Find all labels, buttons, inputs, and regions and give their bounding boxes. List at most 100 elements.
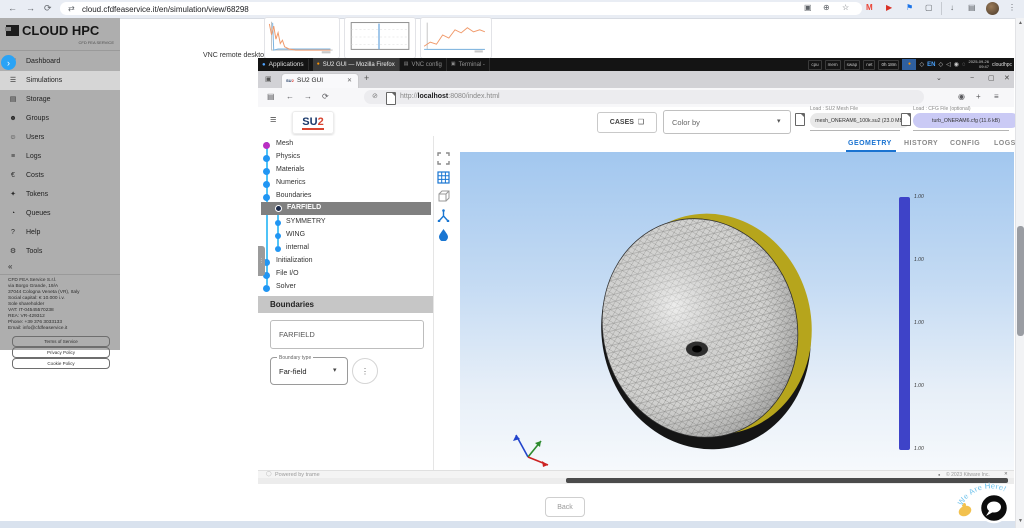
- ff-reload-icon[interactable]: ⟳: [322, 93, 329, 101]
- sidebar-item-queues[interactable]: ◔ Queues: [0, 204, 120, 223]
- axes-widget-icon[interactable]: [437, 209, 450, 222]
- boundary-name-input[interactable]: FARFIELD: [270, 320, 424, 349]
- net-monitor[interactable]: net: [863, 60, 875, 70]
- reading-list-icon[interactable]: ▤: [968, 4, 976, 12]
- iteration-chart-thumbnail[interactable]: [344, 17, 416, 59]
- footer-close-icon[interactable]: ✕: [1004, 472, 1008, 477]
- tree-item-physics[interactable]: Physics ⌄: [258, 152, 433, 165]
- ff-back-icon[interactable]: ←: [286, 93, 294, 101]
- back-button[interactable]: Back: [545, 497, 585, 517]
- cpu-monitor[interactable]: cpu: [808, 60, 821, 70]
- boundary-type-select[interactable]: Boundary type Far-field ▾: [270, 357, 348, 385]
- tray-status-icon[interactable]: ◉: [954, 62, 959, 68]
- su2-menu-icon[interactable]: ≡: [270, 115, 276, 126]
- sidebar-item-simulations[interactable]: ☰ Simulations: [0, 71, 120, 90]
- chrome-menu-icon[interactable]: ⋮: [1008, 4, 1016, 12]
- firefox-tab[interactable]: SU2 SU2 GUI ✕: [281, 73, 359, 89]
- chat-widget[interactable]: We Are Here!: [948, 480, 1024, 528]
- mem-monitor[interactable]: mem: [825, 60, 841, 70]
- terms-of-service-button[interactable]: Terms of Service: [12, 336, 110, 347]
- sidebar-item-users[interactable]: ☺ Users: [0, 128, 120, 147]
- gmail-extension-icon[interactable]: M: [866, 4, 873, 12]
- cfg-file-icon[interactable]: [901, 113, 911, 126]
- sidebar-item-help[interactable]: ? Help: [0, 223, 120, 242]
- tree-item-numerics[interactable]: Numerics ⌄: [258, 178, 433, 191]
- tracking-shield-icon[interactable]: ⊘: [372, 93, 378, 100]
- browser-forward-icon[interactable]: →: [26, 4, 35, 13]
- taskbar-window-terminal[interactable]: ▣ Terminal -: [447, 58, 490, 71]
- sidebar-item-storage[interactable]: ▤ Storage: [0, 90, 120, 109]
- browser-reload-icon[interactable]: ⟳: [44, 4, 52, 13]
- droplet-icon[interactable]: [438, 228, 449, 241]
- color-by-select[interactable]: Color by ▾: [663, 110, 791, 134]
- vscroll-thumb[interactable]: [1017, 226, 1024, 336]
- applications-menu[interactable]: Applications: [269, 61, 304, 68]
- ff-forward-icon[interactable]: →: [304, 93, 312, 101]
- flag-extension-icon[interactable]: ⚑: [906, 4, 913, 12]
- coefficient-chart-thumbnail[interactable]: [420, 17, 492, 59]
- page-vertical-scrollbar[interactable]: ▲ ▼: [1015, 18, 1024, 528]
- mesh-file-icon[interactable]: [795, 113, 805, 126]
- tree-item-internal[interactable]: internal: [258, 243, 433, 256]
- tree-item-solver[interactable]: Solver ⌄: [258, 282, 433, 295]
- tray-shield-icon[interactable]: ◇: [919, 62, 924, 68]
- sidebar-item-costs[interactable]: € Costs: [0, 166, 120, 185]
- boundary-options-kebab-button[interactable]: ⋮: [352, 358, 378, 384]
- vnc-horizontal-scrollbar[interactable]: [258, 478, 1014, 484]
- window-close-icon[interactable]: ✕: [1004, 75, 1010, 82]
- extensions-icon[interactable]: ▢: [925, 4, 933, 12]
- render-viewport[interactable]: 1.00 1.00 1.00 1.00 1.00: [460, 152, 1014, 470]
- sidebar-item-logs[interactable]: ≡ Logs: [0, 147, 120, 166]
- sidebar-collapse-icon[interactable]: «: [8, 263, 12, 271]
- tree-item-initialization[interactable]: Initialization ⌄: [258, 256, 433, 269]
- tab-close-icon[interactable]: ✕: [347, 78, 352, 84]
- swap-monitor[interactable]: swap: [844, 60, 861, 70]
- ff-account-icon[interactable]: ◉: [958, 93, 965, 101]
- sidebar-item-dashboard[interactable]: ⊞ Dashboard: [0, 52, 120, 71]
- cases-button[interactable]: CASES ❑: [597, 112, 657, 133]
- residual-chart-thumbnail[interactable]: [264, 17, 340, 59]
- adblock-extension-icon[interactable]: ▶: [886, 4, 892, 12]
- cube-axes-icon[interactable]: [437, 190, 450, 203]
- firefox-url-bar[interactable]: ⊘ http://localhost:8080/index.html: [364, 90, 924, 104]
- firefox-tray-icon[interactable]: ●: [902, 59, 916, 70]
- sidebar-item-tools[interactable]: ⚙ Tools: [0, 242, 120, 261]
- keyboard-layout-indicator[interactable]: EN: [927, 62, 935, 68]
- cast-icon[interactable]: ▣: [804, 4, 812, 12]
- sidebar-toggle-icon[interactable]: ▤: [267, 93, 275, 101]
- ff-extensions-icon[interactable]: +: [976, 93, 981, 101]
- browser-back-icon[interactable]: ←: [8, 4, 17, 13]
- tab-logs[interactable]: LOGS: [994, 140, 1016, 147]
- sidebar-item-tokens[interactable]: ✦ Tokens: [0, 185, 120, 204]
- tree-item-mesh[interactable]: Mesh ⌄: [258, 139, 433, 152]
- profile-avatar[interactable]: [986, 2, 999, 15]
- page-info-icon[interactable]: [386, 92, 396, 105]
- cfg-file-chip[interactable]: turb_ONERAM6.cfg (11.6 kB): [913, 113, 1019, 128]
- reset-camera-icon[interactable]: [437, 152, 450, 165]
- grid-toggle-icon[interactable]: [437, 171, 450, 184]
- tree-item-symmetry[interactable]: SYMMETRY: [258, 217, 433, 230]
- address-bar[interactable]: ⇄ cloud.cfdfeaservice.it/en/simulation/v…: [60, 2, 862, 15]
- scroll-down-icon[interactable]: ▼: [1018, 519, 1023, 524]
- taskbar-window-vnc-config[interactable]: ▤ VNC config: [400, 58, 447, 71]
- panel-drag-handle[interactable]: ⋮: [258, 246, 265, 276]
- volume-icon[interactable]: ◁: [946, 62, 951, 68]
- ff-menu-icon[interactable]: ≡: [994, 93, 999, 101]
- scroll-up-icon[interactable]: ▲: [1018, 21, 1023, 26]
- mesh-file-chip[interactable]: mesh_ONERAM6_100k.su2 (23.0 MB): [810, 113, 910, 128]
- window-restore-icon[interactable]: ▢: [988, 75, 995, 82]
- tree-item-file-io[interactable]: File I/O ⌄: [258, 269, 433, 282]
- sidebar-item-groups[interactable]: ☻ Groups: [0, 109, 120, 128]
- tray-shield2-icon[interactable]: ◇: [938, 62, 943, 68]
- drawer-toggle-button[interactable]: ›: [1, 55, 16, 70]
- bookmark-star-icon[interactable]: ☆: [842, 4, 849, 12]
- privacy-policy-button[interactable]: Privacy Policy: [12, 347, 110, 358]
- notifications-bell-icon[interactable]: ◌: [962, 62, 966, 68]
- new-tab-icon[interactable]: +: [364, 74, 369, 83]
- site-settings-icon[interactable]: ⇄: [68, 5, 75, 13]
- scalar-bar[interactable]: [899, 197, 910, 450]
- cookie-policy-button[interactable]: Cookie Policy: [12, 358, 110, 369]
- downloads-icon[interactable]: ↓: [950, 4, 954, 12]
- window-minimize-icon[interactable]: −: [970, 75, 974, 82]
- hscroll-thumb[interactable]: [566, 478, 1008, 483]
